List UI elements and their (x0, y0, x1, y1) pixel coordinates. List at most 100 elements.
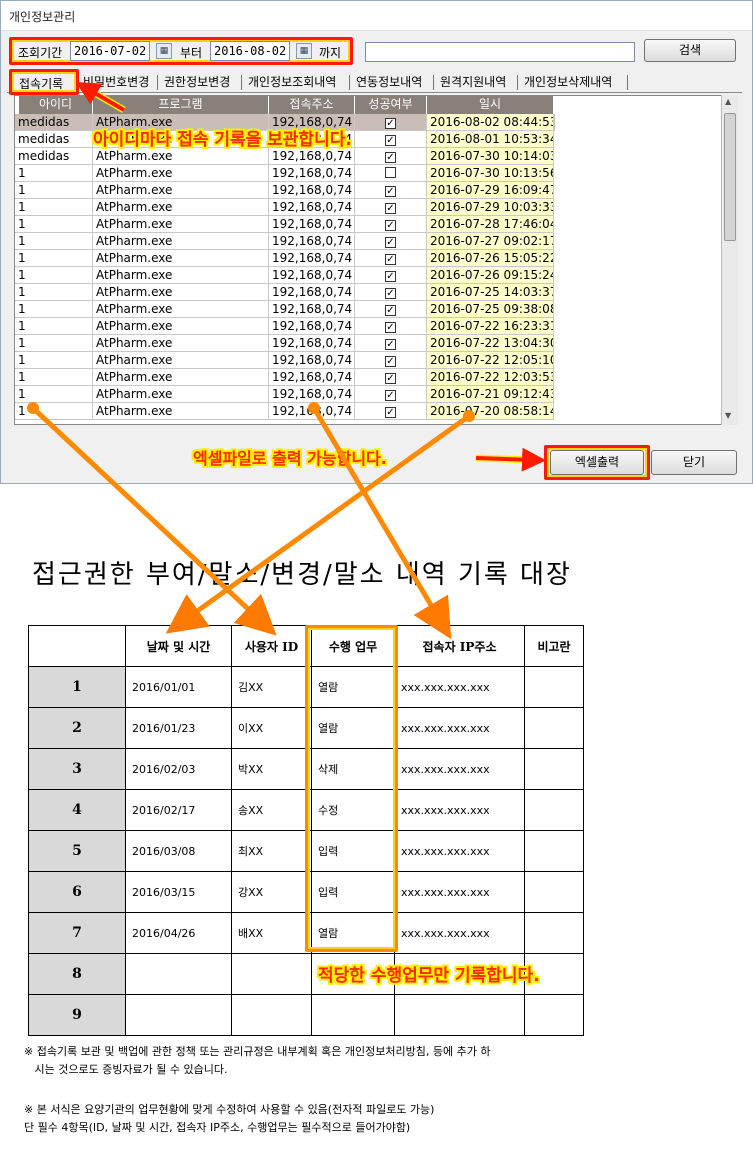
cell-id: 1 (15, 335, 93, 352)
calendar-icon[interactable]: ▦ (296, 43, 312, 59)
success-checkbox[interactable]: ✓ (385, 152, 396, 163)
cell-success: ✓ (355, 131, 427, 148)
grid-row[interactable]: 1 AtPharm.exe 192,168,0,74 ✓ 2016-07-27 09:0… (15, 233, 555, 250)
success-checkbox[interactable]: ✓ (385, 203, 396, 214)
success-checkbox[interactable]: ✓ (385, 407, 396, 418)
keyword-input[interactable] (365, 42, 635, 62)
col-header-id[interactable]: 아이디 (19, 96, 93, 114)
grid-row[interactable]: 1 AtPharm.exe 192,168,0,74 ✓ 2016-07-25 09:3… (15, 301, 555, 318)
col-header-time[interactable]: 일시 (427, 96, 554, 114)
tab-info-deletion[interactable]: 개인정보삭제내역 (521, 73, 615, 93)
grid-row[interactable]: 1 AtPharm.exe 192,168,0,74 ✓ 2016-07-22 12:0… (15, 369, 555, 386)
close-button[interactable]: 닫기 (651, 450, 737, 475)
success-checkbox[interactable]: ✓ (385, 271, 396, 282)
cell-id: 1 (15, 369, 93, 386)
register-cell-date (125, 994, 232, 1036)
register-cell-task (311, 994, 395, 1036)
success-checkbox[interactable]: ✓ (385, 373, 396, 384)
cell-id: 1 (15, 267, 93, 284)
success-checkbox[interactable]: ✓ (385, 254, 396, 265)
cell-time: 2016-07-25 14:03:37 (427, 284, 554, 301)
cell-ip: 192,168,0,74 (269, 301, 355, 318)
success-checkbox[interactable]: ✓ (385, 322, 396, 333)
success-checkbox[interactable]: ✓ (385, 186, 396, 197)
date-from-input[interactable]: 2016-07-02 (70, 41, 150, 61)
success-checkbox[interactable] (385, 167, 396, 178)
cell-success (355, 165, 427, 182)
grid-row[interactable]: medidas AtPharm.exe 192,168,0,74 ✓ 2016-07-3… (15, 148, 555, 165)
register-cell-user: 강XX (231, 871, 312, 913)
grid-row[interactable]: 1 AtPharm.exe 192,168,0,74 ✓ 2016-07-22 16:2… (15, 318, 555, 335)
tab-separator (627, 75, 628, 90)
grid-row[interactable]: 1 AtPharm.exe 192,168,0,74 ✓ 2016-07-20 08:5… (15, 403, 555, 420)
grid-row[interactable]: 1 AtPharm.exe 192,168,0,74 ✓ 2016-07-29 10:0… (15, 199, 555, 216)
grid-row[interactable]: 1 AtPharm.exe 192,168,0,74 ✓ 2016-07-22 13:0… (15, 335, 555, 352)
grid-row[interactable]: 1 AtPharm.exe 192,168,0,74 ✓ 2016-07-22 12:0… (15, 352, 555, 369)
cell-program: AtPharm.exe (93, 148, 269, 165)
window-title: 개인정보관리 (9, 10, 76, 24)
cell-time: 2016-07-28 17:46:04 (427, 216, 554, 233)
success-checkbox[interactable]: ✓ (385, 220, 396, 231)
col-header-ip[interactable]: 접속주소 (269, 96, 355, 114)
register-cell-note (524, 789, 584, 831)
register-cell-no: 2 (28, 707, 126, 749)
cell-ip: 192,168,0,74 (269, 199, 355, 216)
calendar-icon[interactable]: ▦ (156, 43, 172, 59)
grid-row[interactable]: 1 AtPharm.exe 192,168,0,74 ✓ 2016-07-25 14:0… (15, 284, 555, 301)
col-header-success[interactable]: 성공여부 (355, 96, 427, 114)
period-label: 조회기간 (18, 46, 63, 60)
cell-success: ✓ (355, 267, 427, 284)
success-checkbox[interactable]: ✓ (385, 237, 396, 248)
tab-info-lookup[interactable]: 개인정보조회내역 (245, 73, 339, 93)
col-header-program[interactable]: 프로그램 (93, 96, 269, 114)
scroll-up-arrow[interactable]: ▲ (725, 97, 731, 106)
cell-id: 1 (15, 403, 93, 420)
tab-access-log[interactable]: 접속기록 (16, 75, 66, 95)
grid-row[interactable]: 1 AtPharm.exe 192,168,0,74 ✓ 2016-07-28 17:4… (15, 216, 555, 233)
cell-id: 1 (15, 284, 93, 301)
tab-password-change[interactable]: 비밀번호변경 (80, 73, 152, 93)
success-checkbox[interactable]: ✓ (385, 305, 396, 316)
cell-id: medidas (15, 131, 93, 148)
cell-id: medidas (15, 114, 93, 131)
scroll-down-arrow[interactable]: ▼ (725, 411, 731, 420)
success-checkbox[interactable]: ✓ (385, 288, 396, 299)
success-checkbox[interactable]: ✓ (385, 118, 396, 129)
scroll-thumb[interactable] (724, 113, 736, 241)
task-column-highlight (305, 625, 398, 952)
cell-program: AtPharm.exe (93, 301, 269, 318)
grid-row[interactable]: 1 AtPharm.exe 192,168,0,74 2016-07-30 10:13… (15, 165, 555, 182)
cell-time: 2016-07-20 08:58:14 (427, 403, 554, 420)
success-checkbox[interactable]: ✓ (385, 390, 396, 401)
cell-ip: 192,168,0,74 (269, 335, 355, 352)
grid-row[interactable]: 1 AtPharm.exe 192,168,0,74 ✓ 2016-07-26 15:0… (15, 250, 555, 267)
cell-ip: 192,168,0,74 (269, 369, 355, 386)
register-cell-ip: xxx.xxx.xxx.xxx (394, 707, 525, 749)
excel-export-button[interactable]: 엑셀출력 (550, 450, 644, 475)
date-to-input[interactable]: 2016-08-02 (210, 41, 290, 61)
search-button[interactable]: 검색 (644, 39, 736, 62)
vertical-scrollbar[interactable]: ▲ ▼ (721, 95, 738, 425)
cell-program: AtPharm.exe (93, 403, 269, 420)
cell-time: 2016-07-22 16:23:31 (427, 318, 554, 335)
grid-row[interactable]: 1 AtPharm.exe 192,168,0,74 ✓ 2016-07-29 16:0… (15, 182, 555, 199)
register-cell-ip: xxx.xxx.xxx.xxx (394, 666, 525, 708)
register-note: 시는 것으로도 증빙자료가 될 수 있습니다. (24, 1063, 228, 1076)
tab-permission-change[interactable]: 권한정보변경 (161, 73, 233, 93)
register-cell-note (524, 994, 584, 1036)
success-checkbox[interactable]: ✓ (385, 339, 396, 350)
tab-remote-support[interactable]: 원격지원내역 (437, 73, 509, 93)
grid-row[interactable]: 1 AtPharm.exe 192,168,0,74 ✓ 2016-07-26 09:1… (15, 267, 555, 284)
cell-success: ✓ (355, 301, 427, 318)
success-checkbox[interactable]: ✓ (385, 135, 396, 146)
register-row: 9 (28, 994, 584, 1036)
cell-id: 1 (15, 386, 93, 403)
register-header-note: 비고란 (524, 625, 584, 667)
success-checkbox[interactable]: ✓ (385, 356, 396, 367)
cell-ip: 192,168,0,74 (269, 352, 355, 369)
cell-success: ✓ (355, 335, 427, 352)
cell-program: AtPharm.exe (93, 233, 269, 250)
tab-integration[interactable]: 연동정보내역 (353, 73, 425, 93)
register-cell-user (231, 953, 312, 995)
grid-row[interactable]: 1 AtPharm.exe 192,168,0,74 ✓ 2016-07-21 09:1… (15, 386, 555, 403)
